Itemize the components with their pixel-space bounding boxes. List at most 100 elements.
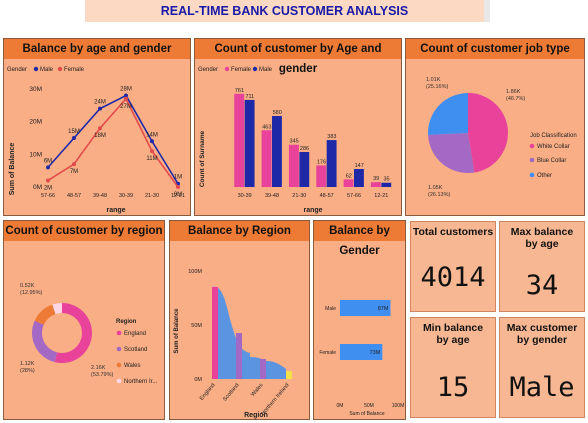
data-point: [46, 178, 50, 183]
y-tick-label: 20M: [29, 119, 42, 126]
bar-male: [272, 115, 282, 187]
legend-label: Gender: [198, 67, 218, 73]
data-label: 383: [327, 134, 336, 140]
legend-blue-collar: Blue Collar: [537, 158, 566, 164]
data-label: 286: [300, 146, 309, 152]
slice-pct-label: (12.95%): [20, 290, 42, 296]
data-label: 24M: [94, 100, 106, 106]
data-label: 1M: [174, 175, 182, 181]
area-bar-scotland: [236, 333, 242, 379]
kpi-max-balance-age[interactable]: Max balance by age 34: [499, 221, 585, 312]
balance-region-panel[interactable]: Balance by Region Sum of Balance 0M 50M 10…: [169, 220, 310, 420]
balance-age-gender-panel[interactable]: Balance by age and gender Gender Male Fe…: [3, 38, 191, 216]
data-label: 711: [245, 94, 254, 100]
slice-value-label: 0.52K: [20, 283, 35, 289]
count-age-gender-chart: Gender Female Male Count of Surname 7617…: [198, 66, 392, 214]
data-label: 14M: [146, 132, 158, 138]
legend-title: Region: [116, 319, 137, 325]
area-bar-england: [212, 287, 218, 379]
panel-title: Balance by Gender: [314, 221, 405, 257]
kpi-total-customers[interactable]: Total customers 4014: [410, 221, 496, 312]
kpi-value: Male: [509, 372, 575, 403]
y-axis-label: Sum of Balance: [174, 308, 180, 354]
legend-scotland: Scotland: [124, 347, 147, 353]
data-label: 176: [317, 159, 326, 165]
panel-title: Balance by Region: [170, 221, 309, 241]
area-band-blue-2: [250, 357, 286, 379]
data-point: [46, 165, 50, 170]
slice-pct-label: (25.16%): [426, 84, 448, 90]
x-axis-label: Region: [244, 412, 268, 419]
legend-title: Job Classification: [530, 133, 577, 139]
dashboard-title: REAL-TIME BANK CUSTOMER ANALYSIS: [160, 4, 409, 18]
balance-gender-chart: Male 87M Female 73M 0M 50M 100M Sum of Balance: [319, 300, 405, 417]
donut-slice-2: [34, 304, 56, 325]
legend-dot-other: [529, 172, 535, 178]
y-axis-label: Count of Surname: [199, 130, 206, 187]
data-label: 345: [290, 139, 299, 145]
y-tick-label: 50M: [191, 323, 202, 329]
x-tick-label: 100M: [392, 403, 405, 409]
legend-england: England: [124, 331, 146, 337]
area-bar-northern-ireland: [286, 371, 292, 379]
kpi-label: Max customer by gender: [506, 322, 578, 346]
x-axis-label: range: [303, 207, 322, 214]
bar-female: [343, 179, 354, 187]
bar-male: [244, 99, 255, 187]
bar-female: [288, 144, 299, 187]
region-count-chart: 2.16K(53.79%) 1.12K(28%) 0.52K(12.95%) Reg…: [20, 283, 158, 385]
legend-dot-female: [224, 66, 230, 72]
data-label: 62: [346, 173, 352, 179]
x-tick-label: 50M: [364, 403, 374, 409]
kpi-value: 15: [436, 372, 470, 403]
kpi-min-balance-age[interactable]: Min balance by age 15: [410, 317, 496, 418]
data-label: 15M: [68, 129, 80, 135]
legend-dot-england: [116, 330, 122, 336]
legend-dot-northern-ireland: [116, 378, 122, 384]
data-label: 27M: [120, 104, 132, 110]
data-point: [72, 162, 76, 167]
slice-value-label: 1.05K: [428, 185, 443, 191]
data-label: 11M: [146, 156, 157, 162]
region-count-panel[interactable]: Count of customer by region 2.16K (53.79%…: [3, 220, 165, 420]
kpi-max-customer-gender[interactable]: Max customer by gender Male: [499, 317, 585, 418]
slice-pct-label: (28%): [20, 368, 35, 374]
kpi-label: Max balance by age: [510, 226, 574, 250]
legend-female: Female: [231, 67, 252, 73]
panel-title: Balance by age and gender: [4, 39, 190, 59]
slice-pct-label: (26.13%): [428, 192, 450, 198]
slice-value-label: 2.16K: [91, 365, 106, 371]
job-type-panel[interactable]: Count of customer job type 1.86K (46.7%) 1…: [405, 38, 585, 216]
legend-dot-wales: [116, 362, 122, 368]
slice-value-label: 1.86K: [506, 89, 521, 95]
job-type-chart: 1.86K(46.7%) 1.05K(26.13%) 1.01K(25.16%) J…: [426, 77, 577, 198]
x-tick-label: 21-30: [292, 193, 306, 199]
data-label: 18M: [94, 133, 106, 139]
x-tick-label: 39-48: [93, 193, 107, 199]
legend-label: Gender: [7, 67, 27, 73]
x-tick-label: 48-57: [320, 193, 334, 199]
legend-white-collar: White Collar: [537, 144, 570, 150]
panel-title: Count of customer job type: [406, 39, 584, 59]
data-point: [150, 139, 154, 144]
y-tick-label: 30M: [29, 86, 42, 93]
count-age-gender-panel[interactable]: Count of customer by Age and gender Gend…: [194, 38, 402, 216]
legend-dot-male: [33, 66, 39, 72]
x-tick-label: Wales: [250, 382, 264, 398]
data-point: [124, 96, 128, 101]
kpi-value: 4014: [420, 262, 486, 293]
kpi-label: Total customers: [412, 226, 494, 238]
bar-female: [316, 165, 327, 187]
data-label: 0M: [174, 192, 182, 198]
pie-slice-2: [428, 93, 468, 135]
legend-dot-scotland: [116, 346, 122, 352]
x-tick-label: England: [199, 382, 217, 401]
y-tick-label: Male: [325, 306, 336, 312]
balance-gender-panel[interactable]: Balance by Gender Male 87M Female 73M 0M 50M 1…: [313, 220, 406, 420]
bar-male: [326, 140, 337, 187]
slice-value-label: 1.01K: [426, 77, 441, 83]
x-axis-label: range: [106, 207, 125, 214]
x-tick-label: 12-21: [374, 193, 388, 199]
y-tick-label: 0M: [194, 377, 202, 383]
legend-dot-female: [57, 66, 63, 72]
